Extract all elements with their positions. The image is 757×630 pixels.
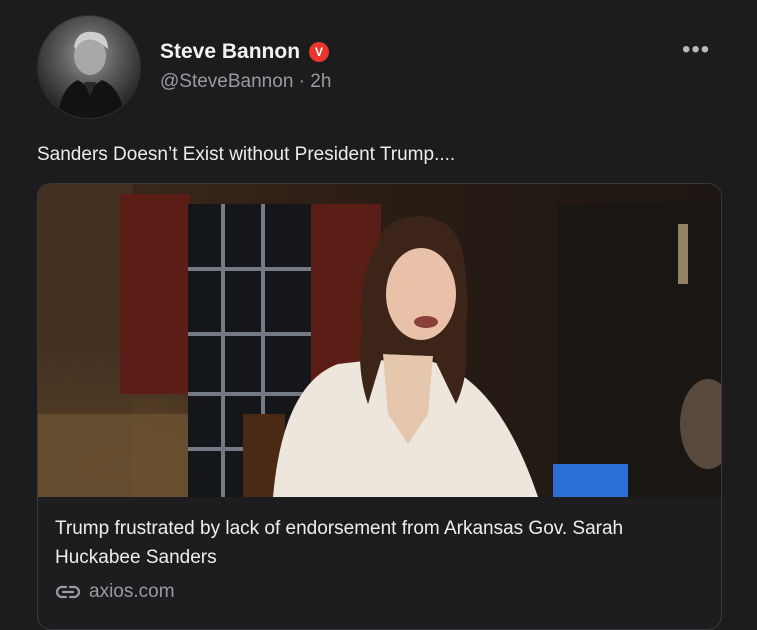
link-card-title[interactable]: Trump frustrated by lack of endorsement … [55, 514, 705, 572]
avatar[interactable] [37, 15, 141, 119]
avatar-portrait [58, 31, 124, 118]
link-card-image [38, 184, 721, 497]
more-icon[interactable]: ••• [682, 38, 710, 62]
link-icon [55, 585, 81, 599]
verified-badge-icon: V [309, 42, 330, 62]
author-handle[interactable]: @SteveBannon [160, 71, 293, 92]
post-text: Sanders Doesn’t Exist without President … [37, 144, 456, 165]
handle-row: @SteveBannon · 2h [160, 71, 331, 93]
author-row: Steve Bannon V [160, 40, 330, 64]
link-card-domain: axios.com [89, 581, 175, 602]
post-time[interactable]: 2h [310, 71, 331, 92]
author-name[interactable]: Steve Bannon [160, 40, 300, 64]
link-card-domain-row[interactable]: axios.com [55, 581, 175, 603]
link-card[interactable]: Trump frustrated by lack of endorsement … [37, 183, 722, 630]
separator: · [298, 71, 305, 92]
